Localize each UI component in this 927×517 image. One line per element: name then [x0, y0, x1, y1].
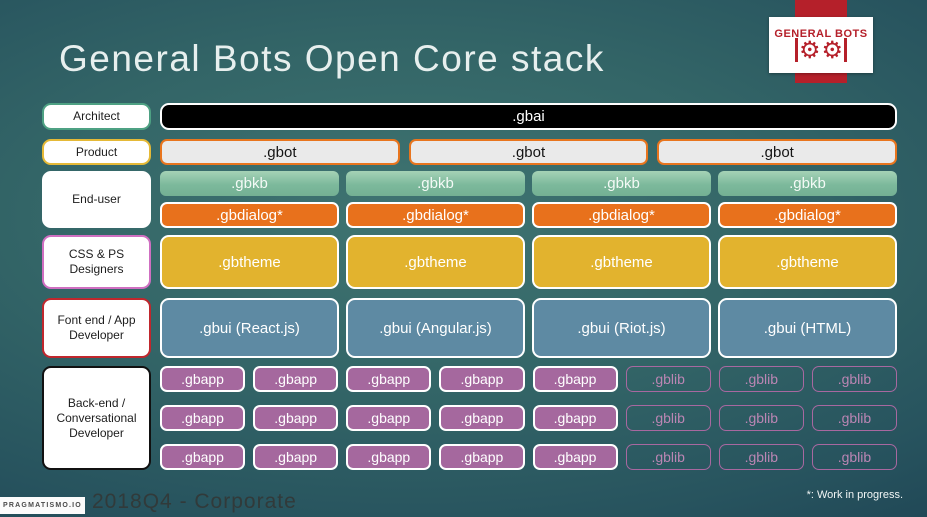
role-label-backend: Back-end / Conversational Developer: [42, 366, 151, 470]
gbapp-box: .gbapp: [346, 444, 432, 470]
pragmatismo-badge: PRAGMATISMO.IO: [0, 497, 85, 514]
gbapp-box: .gbapp: [439, 444, 525, 470]
gbdialog-box: .gbdialog*: [346, 202, 525, 228]
backend-row: .gbapp .gbapp .gbapp .gbapp .gbapp .gbli…: [160, 366, 897, 392]
gbkb-box: .gbkb: [160, 171, 339, 196]
gbtheme-box: .gbtheme: [346, 235, 525, 289]
gbapp-box: .gbapp: [253, 444, 339, 470]
gbdialog-box: .gbdialog*: [532, 202, 711, 228]
backend-row: .gbapp .gbapp .gbapp .gbapp .gbapp .gbli…: [160, 444, 897, 470]
gbui-html-box: .gbui (HTML): [718, 298, 897, 358]
gbui-react-box: .gbui (React.js): [160, 298, 339, 358]
gbot-row: .gbot .gbot .gbot: [160, 139, 897, 165]
gbot-box: .gbot: [408, 139, 649, 165]
gbkb-box: .gbkb: [532, 171, 711, 196]
gbkb-row: .gbkb .gbkb .gbkb .gbkb: [160, 171, 897, 196]
gbapp-box: .gbapp: [253, 366, 339, 392]
footer-caption: 2018Q4 - Corporate: [92, 490, 297, 513]
gbui-angular-box: .gbui (Angular.js): [346, 298, 525, 358]
gbtheme-box: .gbtheme: [718, 235, 897, 289]
gblib-box: .gblib: [625, 366, 711, 392]
gbapp-box: .gbapp: [253, 405, 339, 431]
slide: General Bots Open Core stack GENERAL BOT…: [0, 0, 927, 517]
gbtheme-row: .gbtheme .gbtheme .gbtheme .gbtheme: [160, 235, 897, 289]
gears-icon: ⚙ ⚙: [794, 36, 848, 64]
gblib-box: .gblib: [811, 444, 897, 470]
gblib-box: .gblib: [811, 366, 897, 392]
gbdialog-row: .gbdialog* .gbdialog* .gbdialog* .gbdial…: [160, 202, 897, 228]
gbtheme-box: .gbtheme: [160, 235, 339, 289]
gblib-box: .gblib: [718, 405, 804, 431]
page-title: General Bots Open Core stack: [59, 38, 605, 79]
gbot-box: .gbot: [657, 139, 897, 165]
gbdialog-box: .gbdialog*: [160, 202, 339, 228]
gbapp-box: .gbapp: [532, 444, 618, 470]
gbkb-box: .gbkb: [346, 171, 525, 196]
gbdialog-box: .gbdialog*: [718, 202, 897, 228]
gblib-box: .gblib: [811, 405, 897, 431]
gbapp-box: .gbapp: [160, 405, 246, 431]
general-bots-logo: GENERAL BOTS ⚙ ⚙: [769, 17, 873, 73]
role-label-designers: CSS & PS Designers: [42, 235, 151, 289]
role-label-architect: Architect: [42, 103, 151, 130]
logo-bar-right: [844, 38, 848, 62]
gbot-box: .gbot: [160, 139, 400, 165]
gbai-row: .gbai: [160, 103, 897, 130]
gbapp-box: .gbapp: [160, 366, 246, 392]
gear-icon: ⚙: [821, 36, 844, 64]
gbai-box: .gbai: [160, 103, 897, 130]
gbkb-box: .gbkb: [718, 171, 897, 196]
gear-icon: ⚙: [798, 36, 821, 64]
gbapp-box: .gbapp: [160, 444, 246, 470]
gbui-riot-box: .gbui (Riot.js): [532, 298, 711, 358]
gblib-box: .gblib: [625, 444, 711, 470]
role-label-product: Product: [42, 139, 151, 165]
gblib-box: .gblib: [625, 405, 711, 431]
gbtheme-box: .gbtheme: [532, 235, 711, 289]
gbapp-box: .gbapp: [439, 366, 525, 392]
gbapp-box: .gbapp: [532, 405, 618, 431]
gblib-box: .gblib: [718, 366, 804, 392]
gbui-row: .gbui (React.js) .gbui (Angular.js) .gbu…: [160, 298, 897, 358]
work-in-progress-note: *: Work in progress.: [806, 489, 903, 501]
role-label-frontend: Font end / App Developer: [42, 298, 151, 358]
gbapp-box: .gbapp: [439, 405, 525, 431]
backend-row: .gbapp .gbapp .gbapp .gbapp .gbapp .gbli…: [160, 405, 897, 431]
role-label-end-user: End-user: [42, 171, 151, 228]
gbapp-box: .gbapp: [346, 405, 432, 431]
gbapp-box: .gbapp: [346, 366, 432, 392]
gblib-box: .gblib: [718, 444, 804, 470]
gbapp-box: .gbapp: [532, 366, 618, 392]
logo-bar-left: [794, 38, 798, 62]
